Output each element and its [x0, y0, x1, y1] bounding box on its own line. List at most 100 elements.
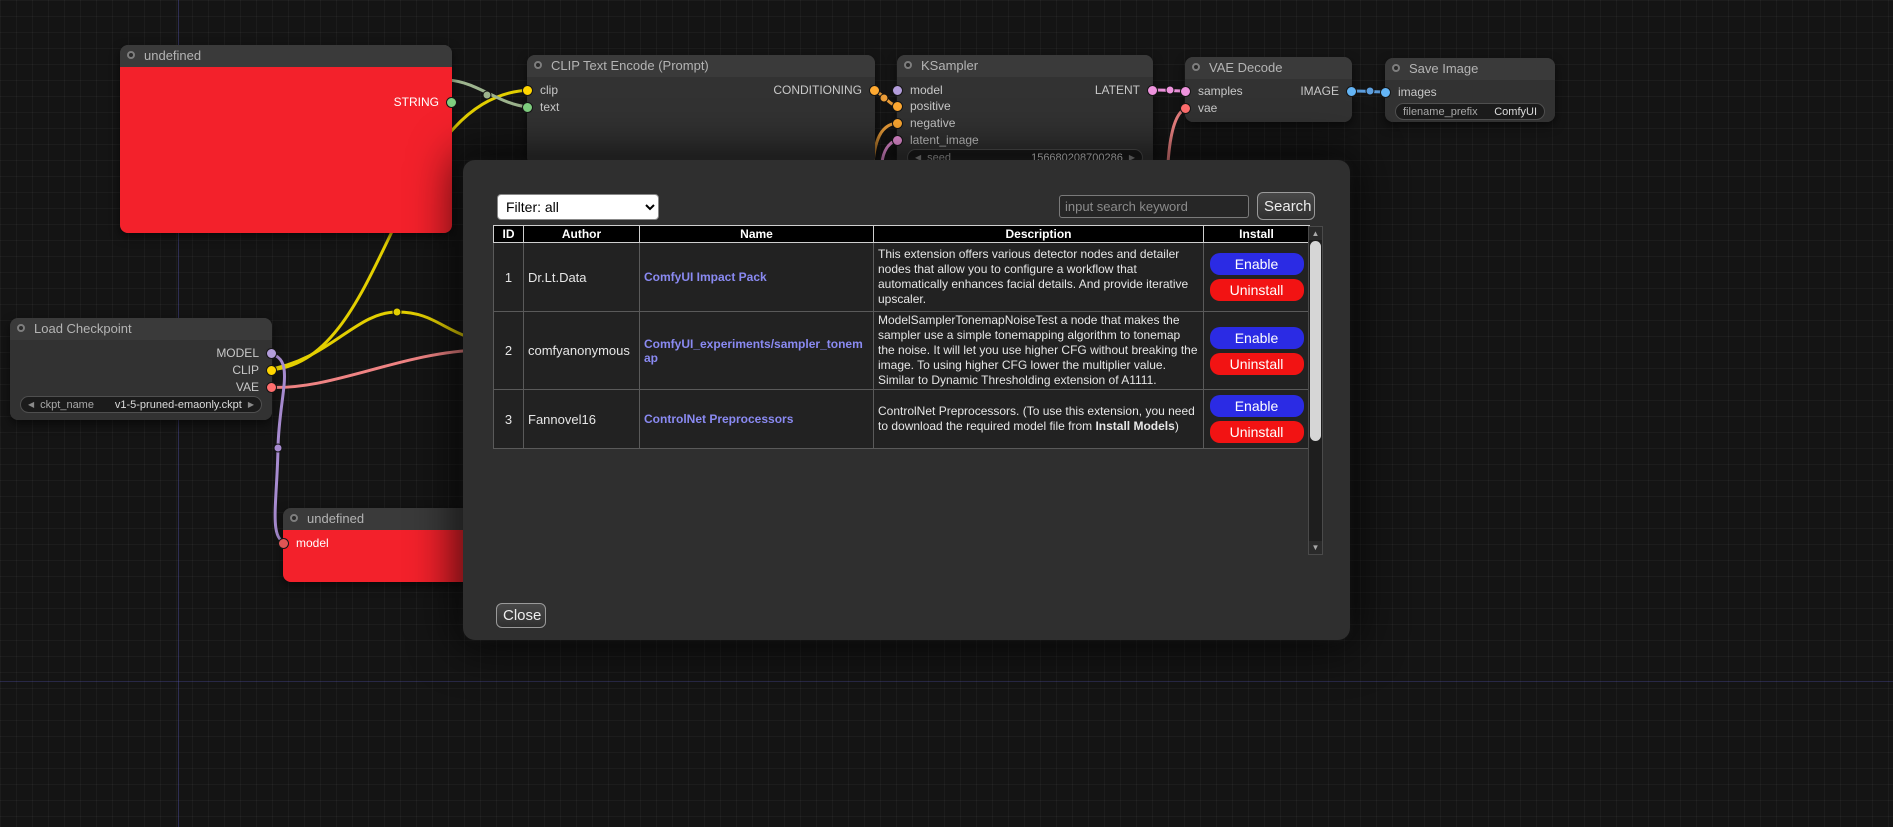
output-slot-conditioning[interactable]: CONDITIONING: [773, 83, 880, 97]
node-undefined-top[interactable]: undefined STRING: [120, 45, 452, 233]
row-id: 2: [494, 312, 524, 390]
slot-dot-clip[interactable]: [266, 365, 277, 376]
slot-dot-images[interactable]: [1380, 87, 1391, 98]
input-slot-positive[interactable]: positive: [892, 99, 951, 113]
slot-dot-latent-image[interactable]: [892, 135, 903, 146]
extension-link[interactable]: ComfyUI_experiments/sampler_tonemap: [644, 337, 863, 365]
slot-label: latent_image: [910, 133, 979, 147]
slot-dot-positive[interactable]: [892, 101, 903, 112]
previous-arrow-icon[interactable]: [28, 401, 34, 409]
slot-dot-clip[interactable]: [522, 85, 533, 96]
filename-prefix-widget[interactable]: filename_prefix ComfyUI: [1395, 103, 1545, 120]
slot-label: vae: [1198, 101, 1217, 115]
node-save-image[interactable]: Save Image images filename_prefix ComfyU…: [1385, 58, 1555, 122]
scroll-up-icon[interactable]: ▲: [1309, 227, 1322, 240]
slot-label: VAE: [236, 380, 259, 394]
collapse-dot-icon[interactable]: [127, 51, 135, 59]
collapse-dot-icon[interactable]: [534, 61, 542, 69]
slot-label: clip: [540, 83, 558, 97]
row-author: Fannovel16: [524, 390, 640, 449]
slot-dot-string[interactable]: [446, 97, 457, 108]
enable-button[interactable]: Enable: [1210, 395, 1304, 417]
extension-link[interactable]: ComfyUI Impact Pack: [644, 270, 767, 284]
table-scrollbar[interactable]: ▲ ▼: [1308, 226, 1323, 555]
output-slot-vae[interactable]: VAE: [236, 380, 277, 394]
node-title-bar[interactable]: KSampler: [897, 55, 1153, 77]
output-slot-latent[interactable]: LATENT: [1095, 83, 1158, 97]
next-arrow-icon[interactable]: [248, 401, 254, 409]
slot-dot-model[interactable]: [278, 538, 289, 549]
enable-button[interactable]: Enable: [1210, 253, 1304, 275]
input-slot-model[interactable]: model: [892, 83, 943, 97]
uninstall-button[interactable]: Uninstall: [1210, 421, 1304, 443]
comfyui-canvas[interactable]: undefined STRING CLIP Text Encode (Promp…: [0, 0, 1893, 827]
collapse-dot-icon[interactable]: [17, 324, 25, 332]
collapse-dot-icon[interactable]: [1192, 63, 1200, 71]
input-slot-text[interactable]: text: [522, 100, 559, 114]
node-title: undefined: [307, 511, 364, 526]
node-title-bar[interactable]: Save Image: [1385, 58, 1555, 80]
node-title: Save Image: [1409, 61, 1478, 76]
input-slot-model[interactable]: model: [278, 536, 329, 550]
extension-link[interactable]: ControlNet Preprocessors: [644, 412, 793, 426]
node-vae-decode[interactable]: VAE Decode samples vae IMAGE: [1185, 57, 1352, 122]
node-title-bar[interactable]: VAE Decode: [1185, 57, 1352, 79]
wire-vae-out[interactable]: [266, 350, 480, 387]
node-load-checkpoint[interactable]: Load Checkpoint MODEL CLIP VAE ckpt_name…: [10, 318, 272, 420]
slot-label: STRING: [394, 95, 439, 109]
slot-dot-model[interactable]: [266, 348, 277, 359]
node-body: model positive negative latent_image LAT…: [897, 77, 1153, 170]
collapse-dot-icon[interactable]: [904, 61, 912, 69]
scroll-down-icon[interactable]: ▼: [1309, 541, 1322, 554]
input-slot-vae[interactable]: vae: [1180, 101, 1217, 115]
uninstall-button[interactable]: Uninstall: [1210, 279, 1304, 301]
output-slot-model[interactable]: MODEL: [216, 346, 277, 360]
slot-dot-samples[interactable]: [1180, 86, 1191, 97]
slot-dot-vae[interactable]: [266, 382, 277, 393]
input-slot-latent-image[interactable]: latent_image: [892, 133, 979, 147]
header-description: Description: [874, 226, 1204, 243]
row-id: 1: [494, 243, 524, 312]
extension-manager-dialog: Filter: all Search ID Author Name Descri…: [463, 160, 1350, 640]
input-slot-negative[interactable]: negative: [892, 116, 955, 130]
header-author: Author: [524, 226, 640, 243]
slot-dot-vae[interactable]: [1180, 103, 1191, 114]
input-slot-samples[interactable]: samples: [1180, 84, 1243, 98]
slot-dot-conditioning[interactable]: [869, 85, 880, 96]
collapse-dot-icon[interactable]: [1392, 64, 1400, 72]
uninstall-button[interactable]: Uninstall: [1210, 353, 1304, 375]
output-slot-string[interactable]: STRING: [394, 95, 457, 109]
close-button[interactable]: Close: [496, 603, 546, 628]
slot-dot-negative[interactable]: [892, 118, 903, 129]
slot-dot-latent[interactable]: [1147, 85, 1158, 96]
slot-label: negative: [910, 116, 955, 130]
input-slot-clip[interactable]: clip: [522, 83, 558, 97]
search-button[interactable]: Search: [1257, 192, 1315, 220]
slot-dot-image[interactable]: [1346, 86, 1357, 97]
node-title-bar[interactable]: undefined: [120, 45, 452, 67]
node-clip-text-encode[interactable]: CLIP Text Encode (Prompt) clip text COND…: [527, 55, 875, 165]
description-text: ): [1175, 419, 1179, 433]
node-ksampler[interactable]: KSampler model positive negative latent_…: [897, 55, 1153, 170]
scrollbar-thumb[interactable]: [1310, 241, 1321, 441]
search-input[interactable]: [1059, 195, 1249, 218]
slot-dot-text[interactable]: [522, 102, 533, 113]
slot-dot-model[interactable]: [892, 85, 903, 96]
link-midpoint-dot: [274, 444, 282, 452]
filter-select[interactable]: Filter: all: [497, 194, 659, 220]
slot-label: CONDITIONING: [773, 83, 862, 97]
collapse-dot-icon[interactable]: [290, 514, 298, 522]
link-midpoint-dot: [880, 94, 888, 102]
node-title-bar[interactable]: CLIP Text Encode (Prompt): [527, 55, 875, 77]
output-slot-image[interactable]: IMAGE: [1300, 84, 1357, 98]
table-row: 2 comfyanonymous ComfyUI_experiments/sam…: [494, 312, 1310, 390]
input-slot-images[interactable]: images: [1380, 85, 1437, 99]
widget-label: ckpt_name: [40, 399, 94, 411]
slot-label: text: [540, 100, 559, 114]
widget-value: v1-5-pruned-emaonly.ckpt: [100, 399, 242, 411]
row-author: Dr.Lt.Data: [524, 243, 640, 312]
node-title-bar[interactable]: Load Checkpoint: [10, 318, 272, 340]
ckpt-name-widget[interactable]: ckpt_name v1-5-pruned-emaonly.ckpt: [20, 396, 262, 413]
enable-button[interactable]: Enable: [1210, 327, 1304, 349]
output-slot-clip[interactable]: CLIP: [232, 363, 277, 377]
